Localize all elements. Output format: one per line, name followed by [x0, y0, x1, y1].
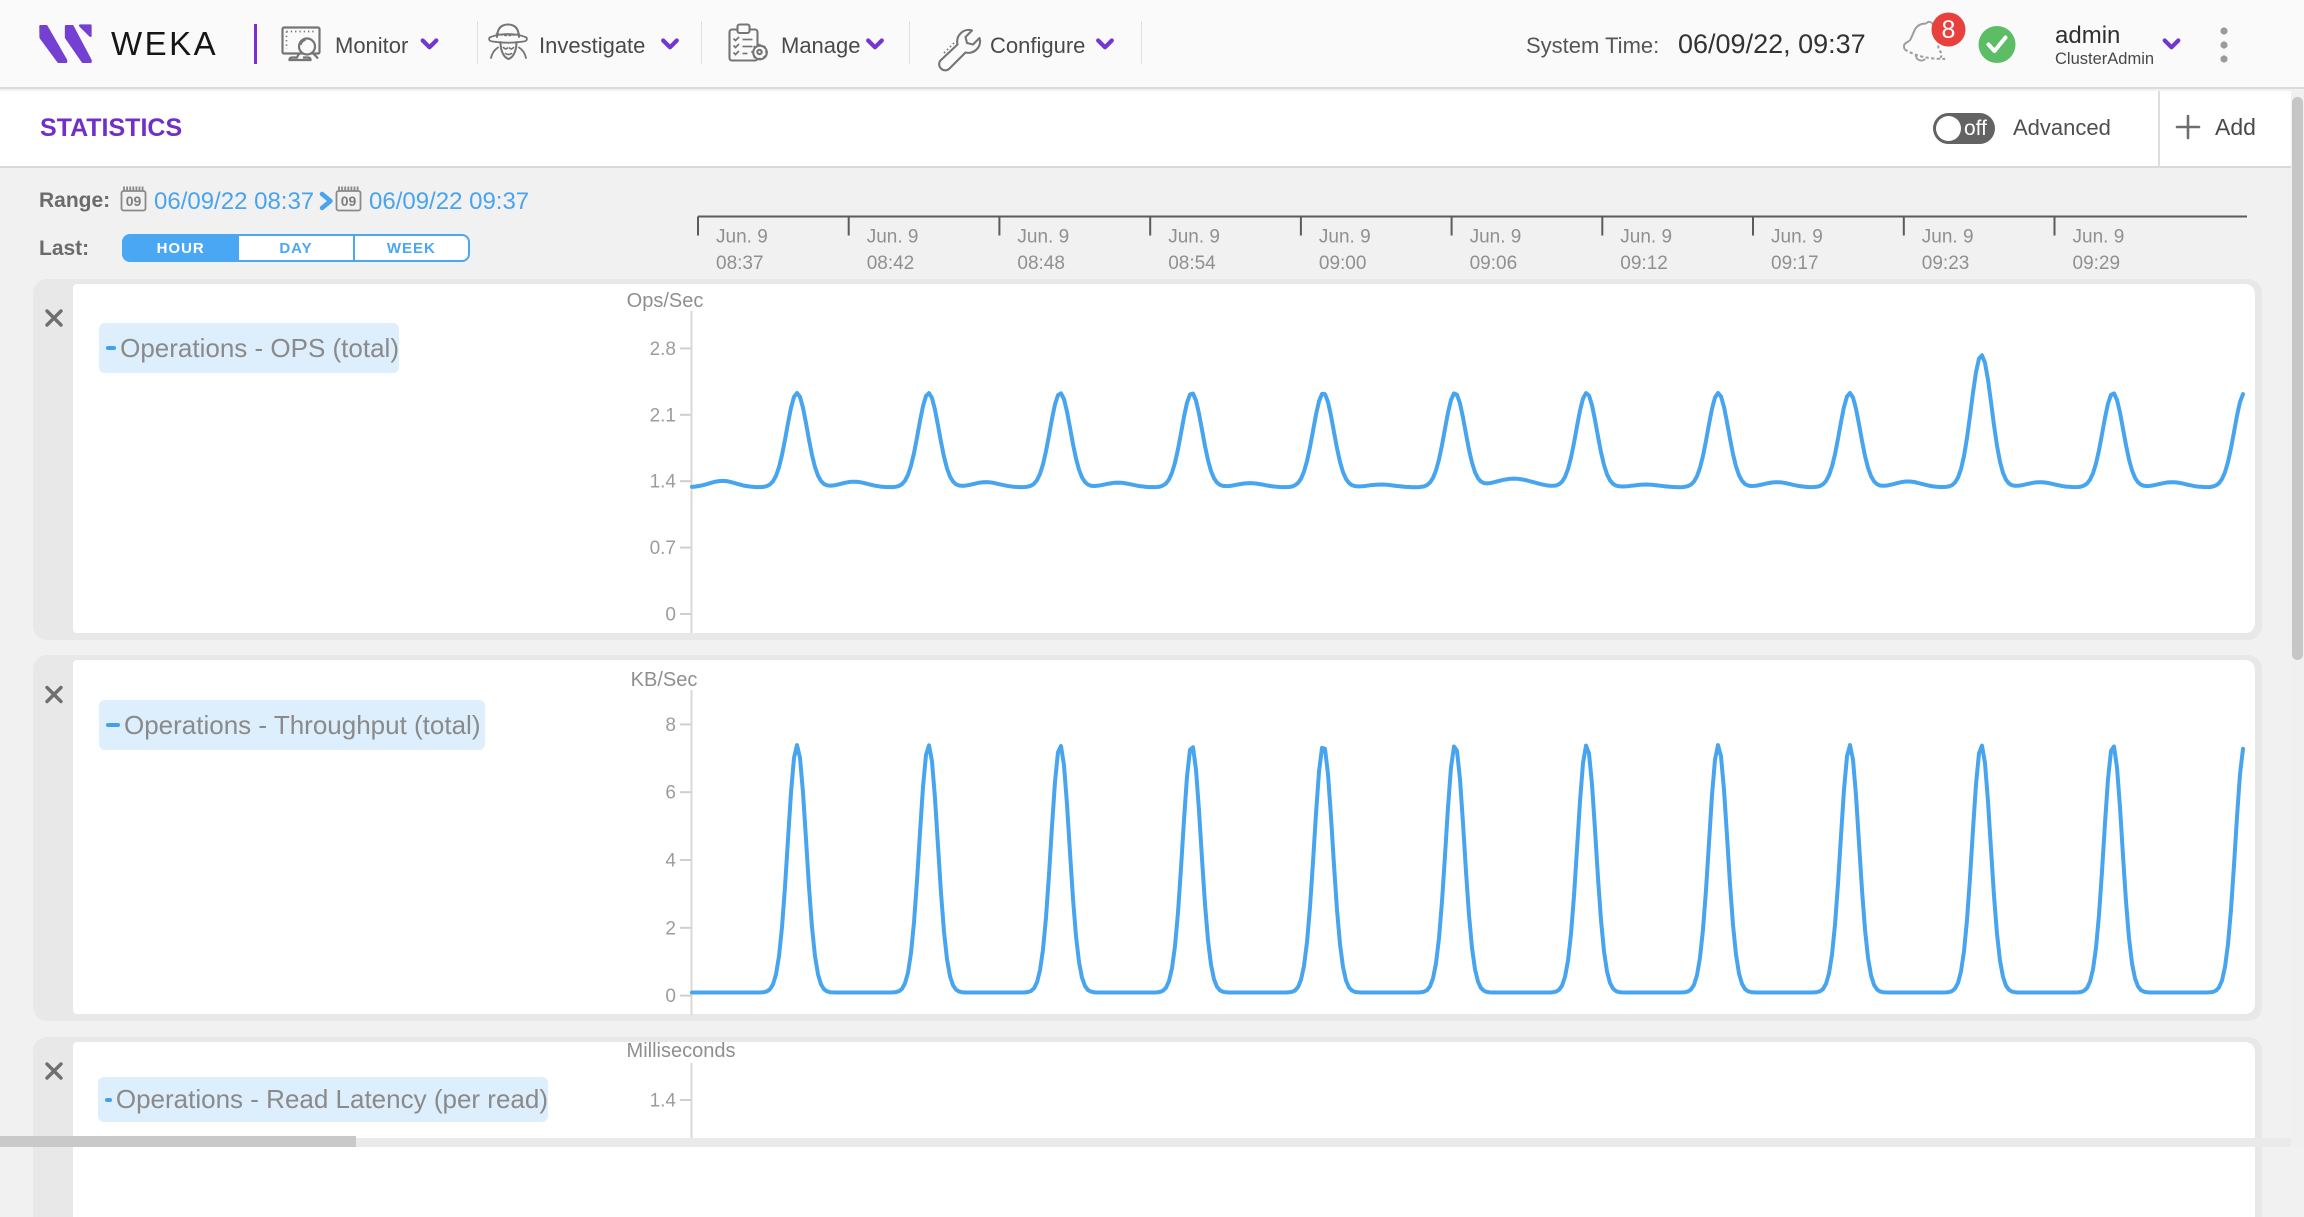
svg-text:09: 09 — [341, 193, 357, 209]
svg-text:08:48: 08:48 — [1017, 253, 1065, 274]
svg-text:09:17: 09:17 — [1771, 253, 1819, 274]
svg-text:Jun. 9: Jun. 9 — [1620, 227, 1672, 248]
svg-text:Jun. 9: Jun. 9 — [716, 227, 768, 248]
svg-text:Jun. 9: Jun. 9 — [1168, 227, 1220, 248]
svg-text:Jun. 9: Jun. 9 — [1017, 227, 1069, 248]
svg-text:Jun. 9: Jun. 9 — [867, 227, 919, 248]
svg-text:09:23: 09:23 — [1922, 253, 1970, 274]
svg-text:09:12: 09:12 — [1620, 253, 1668, 274]
svg-text:09:00: 09:00 — [1319, 253, 1367, 274]
svg-text:08:54: 08:54 — [1168, 253, 1216, 274]
svg-text:09:06: 09:06 — [1470, 253, 1518, 274]
svg-text:Jun. 9: Jun. 9 — [2073, 227, 2125, 248]
svg-text:09:29: 09:29 — [2073, 253, 2121, 274]
svg-text:08:37: 08:37 — [716, 253, 764, 274]
svg-text:09: 09 — [126, 193, 142, 209]
svg-text:08:42: 08:42 — [867, 253, 915, 274]
svg-text:Jun. 9: Jun. 9 — [1319, 227, 1371, 248]
svg-text:Jun. 9: Jun. 9 — [1922, 227, 1974, 248]
svg-text:Jun. 9: Jun. 9 — [1470, 227, 1522, 248]
svg-text:Jun. 9: Jun. 9 — [1771, 227, 1823, 248]
